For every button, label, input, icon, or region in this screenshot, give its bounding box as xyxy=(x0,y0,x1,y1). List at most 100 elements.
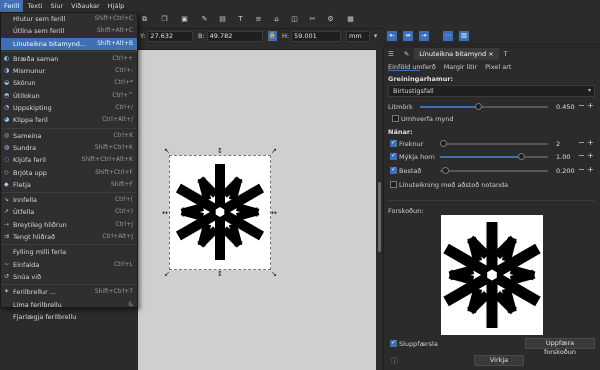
cut-path-icon: ◕ xyxy=(4,116,10,124)
speckles-slider[interactable] xyxy=(440,143,548,145)
scale-handle-bottom-left[interactable]: ↙ xyxy=(164,271,170,278)
selected-bitmap[interactable] xyxy=(167,155,273,270)
detection-mode-select[interactable]: Birtustigsfall ▾ xyxy=(388,85,595,97)
scale-handle-left[interactable]: ↔ xyxy=(162,210,168,217)
threshold-slider-knob[interactable] xyxy=(474,103,482,110)
tab-settings-icon[interactable]: ☰ xyxy=(383,48,399,60)
tab-edit-icon[interactable]: ✎ xyxy=(399,48,414,60)
menu-item-reverse[interactable]: ↺ Snúa við xyxy=(1,271,137,283)
tab-text-icon[interactable]: T xyxy=(499,48,513,60)
arrange-icon[interactable]: ▥ xyxy=(459,31,469,41)
copy-icon[interactable]: ⧉ xyxy=(140,15,149,24)
menu-item-union[interactable]: ◐ Bræða saman Ctrl++ xyxy=(1,53,137,65)
scale-handle-top-right[interactable]: ↗ xyxy=(271,148,277,155)
info-icon[interactable]: ⓘ xyxy=(391,356,398,366)
smooth-corners-slider-knob[interactable] xyxy=(518,153,525,160)
menu-item-exclusion[interactable]: ◓ Útilokun Ctrl+^ xyxy=(1,90,137,102)
menu-item-fill-between-paths[interactable]: Fylling milli ferla xyxy=(1,246,137,258)
menu-item-inset[interactable]: ↘ Innfella Ctrl+( xyxy=(1,194,137,206)
menu-item-cut-path[interactable]: ◕ Klippa feril Ctrl+Alt+/ xyxy=(1,114,137,126)
align-left-icon[interactable]: ⇤ xyxy=(387,31,397,41)
menu-hjalp[interactable]: Hjálp xyxy=(104,0,129,12)
live-update-label: Sluppfærsla xyxy=(399,340,438,348)
tab-pixel-art[interactable]: Pixel art xyxy=(485,63,511,71)
tab-trace-bitmap[interactable]: Línuteikna bitamynd × xyxy=(414,48,499,60)
optimize-checkbox[interactable] xyxy=(390,166,397,174)
text-tool-icon[interactable]: T xyxy=(236,15,245,24)
x-label: Y: xyxy=(140,32,146,40)
scale-handle-bottom[interactable]: ↕ xyxy=(217,271,223,278)
menu-item-simplify[interactable]: ~ Einfalda Ctrl+L xyxy=(1,259,137,271)
update-preview-button[interactable]: Uppfæra forskoðun xyxy=(525,338,595,356)
smooth-corners-value[interactable]: 1.00 xyxy=(556,153,570,161)
apply-button[interactable]: Virkja xyxy=(474,355,524,366)
plus-icon[interactable]: + xyxy=(587,102,594,110)
unit-selector[interactable]: mm ▾ xyxy=(346,30,379,42)
threshold-value[interactable]: 0.450 xyxy=(556,103,575,111)
plus-icon[interactable]: + xyxy=(587,166,594,174)
fill-stroke-icon[interactable]: ✎ xyxy=(200,15,209,24)
align-icon[interactable]: ≡ xyxy=(254,15,263,24)
invert-image-checkbox[interactable] xyxy=(392,115,399,122)
tools-icon[interactable]: ✂ xyxy=(308,15,317,24)
scale-handle-top-left[interactable]: ↖ xyxy=(164,148,170,155)
scrollbar-thumb[interactable] xyxy=(378,182,381,252)
h-input[interactable]: 59.001 xyxy=(291,30,342,42)
minus-icon[interactable]: − xyxy=(578,152,585,160)
menu-item-break-apart[interactable]: ◍ Sundra Shift+Ctrl+K xyxy=(1,142,137,154)
speckles-value[interactable]: 2 xyxy=(556,140,560,148)
xml-editor-icon[interactable]: ⌂ xyxy=(272,15,281,24)
scale-handle-bottom-right[interactable]: ↘ xyxy=(271,271,277,278)
menu-item-stroke-to-path[interactable]: Útlína sem ferill Shift+Alt+C xyxy=(1,25,137,37)
y-input[interactable]: 49.782 xyxy=(206,30,263,42)
menu-item-division[interactable]: ◔ Uppskipting Ctrl+/ xyxy=(1,102,137,114)
document-properties-icon[interactable]: ▦ xyxy=(346,15,355,24)
live-update-checkbox[interactable] xyxy=(390,339,397,347)
menu-item-remove-path-effect[interactable]: Fjarlægja ferilbrellu xyxy=(1,311,137,323)
menu-item-dynamic-offset[interactable]: ⇢ Breytileg hliðrun Ctrl+J xyxy=(1,219,137,231)
menu-siur[interactable]: Síur xyxy=(46,0,67,12)
plus-icon[interactable]: + xyxy=(587,152,594,160)
menu-item-flatten[interactable]: ◆ Fletja Shift+F xyxy=(1,179,137,191)
menu-item-object-to-path[interactable]: Hlutur sem ferill Shift+Ctrl+C xyxy=(1,13,137,25)
optimize-value[interactable]: 0.200 xyxy=(556,167,575,175)
menu-item-paste-path-effect[interactable]: Líma ferilbrellu & xyxy=(1,299,137,311)
speckles-checkbox[interactable] xyxy=(390,139,397,147)
menu-item-combine[interactable]: ◎ Sameina Ctrl+K xyxy=(1,130,137,142)
scale-handle-top[interactable]: ↕ xyxy=(217,148,223,155)
symbols-icon[interactable]: ◫ xyxy=(290,15,299,24)
x-input[interactable]: 27.632 xyxy=(147,30,194,42)
menu-item-outset[interactable]: ↗ Útfella Ctrl+) xyxy=(1,206,137,218)
menu-item-split-path[interactable]: ◌ Kljúfa feril Shift+Ctrl+Alt+K xyxy=(1,154,137,166)
minus-icon[interactable]: − xyxy=(578,139,585,147)
align-center-icon[interactable]: ⇹ xyxy=(403,31,413,41)
vertical-scrollbar[interactable] xyxy=(376,42,383,370)
optimize-slider[interactable] xyxy=(440,170,548,172)
plus-icon[interactable]: + xyxy=(587,139,594,147)
clone-icon[interactable]: ❐ xyxy=(160,15,169,24)
sioux-stack-checkbox[interactable] xyxy=(390,181,397,188)
menu-item-linked-offset[interactable]: ⇉ Tengt hliðrað Ctrl+Alt+J xyxy=(1,231,137,243)
outset-icon: ↗ xyxy=(4,208,10,216)
menu-vidaukar[interactable]: Viðaukar xyxy=(67,0,104,12)
unit-select[interactable]: mm xyxy=(346,30,370,42)
menu-ferill[interactable]: Ferill xyxy=(0,0,24,12)
minus-icon[interactable]: − xyxy=(578,102,585,110)
smooth-corners-checkbox[interactable] xyxy=(390,152,397,160)
scale-handle-right[interactable]: ↔ xyxy=(271,210,277,217)
menu-texti[interactable]: Texti xyxy=(23,0,46,12)
close-icon[interactable]: × xyxy=(488,50,493,58)
preferences-icon[interactable]: ⚙ xyxy=(326,15,335,24)
minus-icon[interactable]: − xyxy=(578,166,585,174)
menu-item-difference[interactable]: ◑ Mismunur Ctrl+- xyxy=(1,65,137,77)
layers-icon[interactable]: ▤ xyxy=(218,15,227,24)
menu-item-intersection[interactable]: ◒ Skörun Ctrl+* xyxy=(1,77,137,89)
lock-icon[interactable]: 🔒 xyxy=(268,31,277,41)
align-right-icon[interactable]: ⇥ xyxy=(419,31,429,41)
menu-item-path-effects[interactable]: ✦ Ferilbrellur ... Shift+Ctrl+7 xyxy=(1,286,137,298)
menu-item-trace-bitmap[interactable]: Línuteikna bitamynd... Shift+Alt+B xyxy=(1,37,137,50)
group-icon[interactable]: ▣ xyxy=(180,15,189,24)
distribute-icon[interactable]: ⋯ xyxy=(443,31,453,41)
menu-item-fracture[interactable]: ◇ Brjóta upp Shift+Ctrl+F xyxy=(1,167,137,179)
tab-multiple-scans[interactable]: Margir litir xyxy=(444,63,477,71)
